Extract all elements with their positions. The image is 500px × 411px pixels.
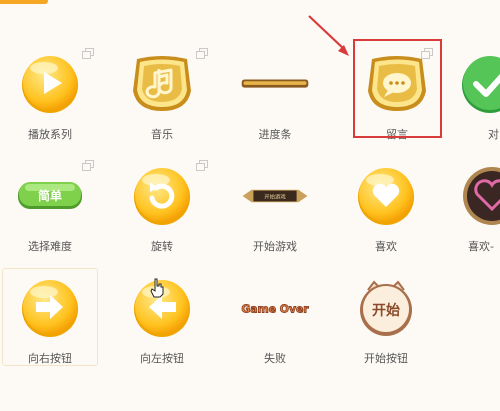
asset-tile-correct[interactable]: 对 <box>462 48 500 148</box>
play-button-icon <box>14 48 86 120</box>
start-button-icon: 开始 <box>350 272 422 344</box>
asset-tile-progress-bar[interactable]: 进度条 <box>225 48 325 148</box>
checkmark-icon <box>454 48 500 120</box>
copy-icon[interactable] <box>196 160 208 171</box>
asset-tile-play-series[interactable]: 播放系列 <box>0 48 100 148</box>
asset-tile-rotate[interactable]: 旋转 <box>112 160 212 260</box>
copy-icon[interactable] <box>196 48 208 59</box>
asset-label: 音乐 <box>151 128 173 141</box>
rotate-icon <box>126 160 198 232</box>
asset-label: 开始游戏 <box>253 240 297 253</box>
asset-label: 喜欢- <box>468 240 494 253</box>
annotation-highlight-box <box>353 39 442 138</box>
asset-tile-right-button[interactable]: 向右按钮 <box>0 272 100 372</box>
copy-icon[interactable] <box>82 48 94 59</box>
asset-label: 开始按钮 <box>364 352 408 365</box>
start-game-banner-text: 开始游戏 <box>264 193 286 201</box>
progress-bar-icon <box>239 48 311 120</box>
difficulty-badge-icon: 简单 <box>14 160 86 232</box>
copy-icon[interactable] <box>82 160 94 171</box>
asset-tile-start-game[interactable]: 开始游戏 开始游戏 <box>225 160 325 260</box>
heart-icon <box>350 160 422 232</box>
difficulty-badge-text: 简单 <box>38 188 62 203</box>
game-over-text-icon: Game Over <box>239 272 311 344</box>
asset-tile-music[interactable]: 音乐 <box>112 48 212 148</box>
asset-label: 选择难度 <box>28 240 72 253</box>
music-note-icon <box>126 48 198 120</box>
asset-label: 旋转 <box>151 240 173 253</box>
asset-label: 向右按钮 <box>28 352 72 365</box>
game-over-text: Game Over <box>241 303 309 316</box>
asset-tile-fail[interactable]: Game Over 失败 <box>225 272 325 372</box>
asset-label: 失败 <box>264 352 286 365</box>
asset-label: 向左按钮 <box>140 352 184 365</box>
asset-tile-like[interactable]: 喜欢 <box>336 160 436 260</box>
asset-label: 播放系列 <box>28 128 72 141</box>
hand-cursor-icon <box>150 278 164 298</box>
start-game-banner-icon: 开始游戏 <box>239 160 311 232</box>
heart-frame-icon <box>456 160 500 232</box>
asset-label: 对 <box>488 128 499 141</box>
annotation-arrow-icon <box>308 15 349 56</box>
asset-tile-like-frame[interactable]: 喜欢- <box>448 160 500 260</box>
asset-label: 进度条 <box>258 128 292 141</box>
start-button-text: 开始 <box>372 302 400 319</box>
arrow-right-icon <box>14 272 86 344</box>
asset-tile-start-button[interactable]: 开始 开始按钮 <box>336 272 436 372</box>
asset-tile-difficulty[interactable]: 简单 选择难度 <box>0 160 100 260</box>
asset-label: 喜欢 <box>375 240 397 253</box>
